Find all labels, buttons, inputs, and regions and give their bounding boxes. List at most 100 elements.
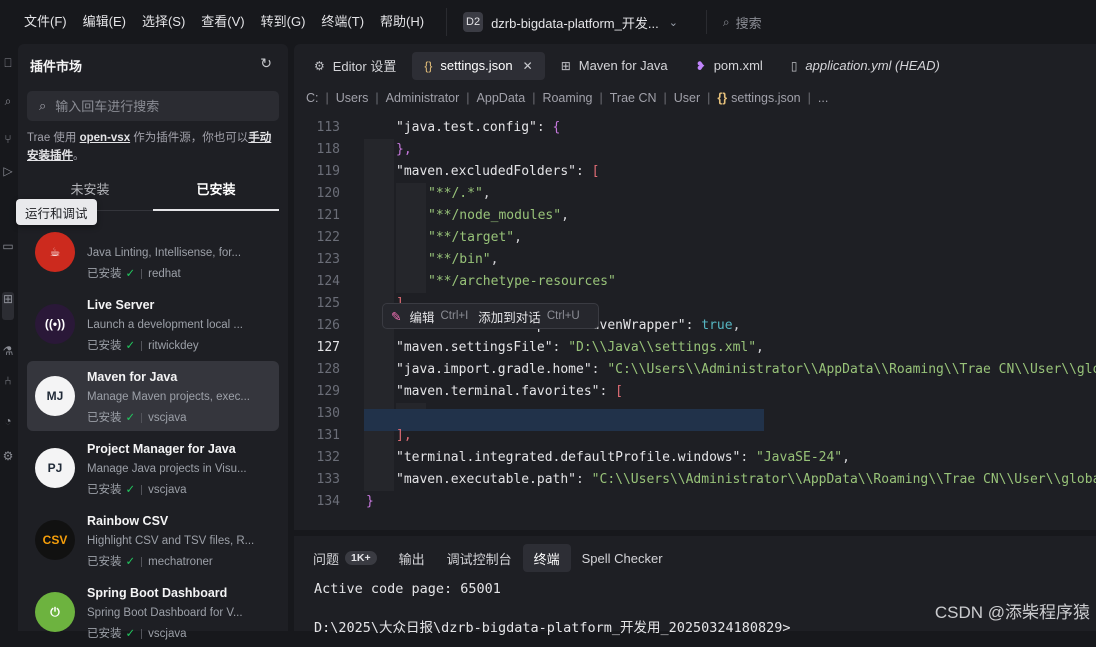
extension-name: Rainbow CSV	[87, 514, 169, 528]
account-icon[interactable]: ◔	[0, 414, 16, 430]
terminal-prompt[interactable]: D:\2025\大众日报\dzrb-bigdata-platform_开发用_2…	[314, 616, 791, 636]
top-search[interactable]: ⌕ 搜索	[705, 10, 762, 34]
source-control-icon[interactable]: ⑂	[0, 132, 16, 148]
editor-tab[interactable]: {} settings.json ✕	[412, 51, 545, 80]
extension-name: Live Server	[87, 298, 155, 312]
code-token: ,	[842, 450, 850, 465]
settings-icon[interactable]: ⚙	[0, 449, 16, 465]
editor-area: ⚙ Editor 设置{} settings.json ✕ ⊞ Maven for Jav…	[294, 44, 1096, 530]
code-token: "C:\\Users\\Administrator\\AppData\\Roam…	[591, 472, 1096, 487]
breadcrumb-item[interactable]: C:	[306, 91, 319, 105]
panel-tab[interactable]: 问题 1K+	[302, 544, 388, 572]
editor-tab[interactable]: ⊞ Maven for Java	[549, 52, 680, 80]
code-token: true	[701, 318, 733, 333]
code-token: "maven.settingsFile"	[396, 340, 553, 355]
menu-item[interactable]: 文件(F)	[16, 0, 75, 44]
breadcrumb-item[interactable]: Administrator	[386, 91, 460, 105]
panel-tab[interactable]: 输出	[388, 544, 436, 572]
breadcrumb-item[interactable]: User	[674, 91, 700, 105]
code-token: ,	[514, 230, 522, 245]
code-token: :	[599, 384, 616, 399]
menu-item[interactable]: 查看(V)	[193, 0, 252, 44]
extension-name: Project Manager for Java	[87, 442, 236, 456]
breadcrumb-item[interactable]: settings.json	[731, 91, 800, 105]
line-number: 127	[316, 340, 340, 355]
extension-search-input[interactable]	[55, 98, 256, 114]
grid-icon: ⊞	[560, 58, 571, 73]
panel-tab[interactable]: 终端	[522, 544, 571, 572]
menu-item[interactable]: 转到(G)	[253, 0, 314, 44]
code-token: [	[591, 164, 600, 179]
menu-item[interactable]: 选择(S)	[134, 0, 193, 44]
search-activity-icon[interactable]: ⌕	[0, 94, 16, 110]
extension-logo: ((•))	[35, 304, 75, 344]
testing-icon[interactable]: ⚗	[0, 344, 16, 360]
breadcrumb-item[interactable]: Users	[336, 91, 369, 105]
menu-item[interactable]: 编辑(E)	[75, 0, 134, 44]
extension-item[interactable]: CSV Rainbow CSV Highlight CSV and TSV file…	[27, 505, 279, 575]
extension-description: Highlight CSV and TSV files, R...	[87, 535, 255, 547]
extension-publisher: vscjava	[148, 628, 187, 640]
line-number: 133	[316, 472, 340, 487]
code-token: ,	[561, 208, 569, 223]
add-to-chat-shortcut: Ctrl+U	[546, 310, 580, 322]
extension-item[interactable]: MJ Maven for Java Manage Maven projects, e…	[27, 361, 279, 431]
search-icon: ⌕	[39, 98, 47, 113]
code-token: :	[552, 340, 569, 355]
extension-description: Manage Maven projects, exec...	[87, 391, 250, 403]
explorer-icon[interactable]: ⎕	[0, 56, 16, 72]
git-icon[interactable]: ⑃	[0, 374, 16, 390]
breadcrumb-item[interactable]: Trae CN	[610, 91, 657, 105]
extension-description: Manage Java projects in Visu...	[87, 463, 247, 475]
extensions-icon[interactable]: ⊞	[2, 292, 14, 320]
extension-item[interactable]: ⏻ Spring Boot Dashboard Spring Boot Dashbo…	[27, 577, 279, 647]
refresh-icon[interactable]: ↻	[260, 55, 272, 72]
menu-item[interactable]: 帮助(H)	[372, 0, 432, 44]
editor-tab[interactable]: ❥ pom.xml	[684, 52, 775, 80]
code-token: }	[366, 494, 374, 509]
extension-publisher: redhat	[148, 268, 181, 280]
extension-item[interactable]: PJ Project Manager for Java Manage Java pr…	[27, 433, 279, 503]
extension-item[interactable]: ((•)) Live Server Launch a development loc…	[27, 289, 279, 359]
file-icon: ▯	[790, 58, 798, 73]
line-number: 123	[316, 252, 340, 267]
remote-icon[interactable]: ▭	[0, 239, 16, 255]
panel-tab[interactable]: 调试控制台	[436, 544, 523, 572]
add-to-chat-button[interactable]: 添加到对话	[478, 307, 541, 326]
line-number: 120	[316, 186, 340, 201]
code-token: "D:\\Java\\settings.xml"	[568, 340, 757, 355]
close-icon[interactable]: ✕	[523, 59, 533, 73]
panel-tab[interactable]: Spell Checker	[571, 544, 674, 572]
sidebar-title: 插件市场	[30, 59, 83, 74]
edit-icon: ✎	[391, 309, 402, 324]
divider	[141, 556, 143, 567]
project-switcher[interactable]: D2 dzrb-bigdata-platform_开发... ⌄	[446, 8, 684, 36]
activity-bar: ⎕ ⌕ ⑂ ▷ ▭ ⊞ ⚗ ⑃ ◔ ⚙	[0, 44, 18, 631]
breadcrumb-separator: |	[807, 91, 811, 105]
run-debug-icon[interactable]: ▷	[0, 164, 16, 180]
panel-tab-label: 输出	[398, 551, 425, 567]
breadcrumb-separator: |	[466, 91, 470, 105]
panel-tab-label: Spell Checker	[581, 550, 663, 566]
install-status: 已安装	[87, 340, 122, 352]
breadcrumb-item[interactable]: AppData	[477, 91, 526, 105]
tab-installed[interactable]: 已安装	[153, 170, 279, 211]
code-token: ],	[396, 428, 412, 443]
menu-item[interactable]: 终端(T)	[313, 0, 372, 44]
code-line: "java.import.gradle.home": "C:\\Users\\A…	[396, 359, 1096, 381]
extension-description: Launch a development local ...	[87, 319, 243, 331]
editor-tab[interactable]: ▯ application.yml (HEAD)	[779, 52, 952, 80]
breadcrumb-item[interactable]: Roaming	[542, 91, 592, 105]
extension-item[interactable]: ☕ Language Support for Java Java Linting, …	[27, 217, 279, 287]
inline-edit-button[interactable]: 编辑	[409, 307, 434, 326]
editor-tab[interactable]: ⚙ Editor 设置	[302, 52, 408, 80]
line-number: 131	[316, 428, 340, 443]
install-status: 已安装	[87, 556, 122, 568]
code-token: "maven.excludedFolders"	[396, 164, 577, 179]
extension-search[interactable]: ⌕	[27, 91, 279, 121]
panel-tabs: 问题 1K+ 输出 调试控制台 终端 Spell Checker	[302, 544, 674, 572]
top-search-label: 搜索	[735, 15, 762, 31]
open-vsx-link[interactable]: open-vsx	[80, 132, 131, 144]
breadcrumb-item[interactable]: ...	[818, 91, 828, 105]
line-number: 122	[316, 230, 340, 245]
